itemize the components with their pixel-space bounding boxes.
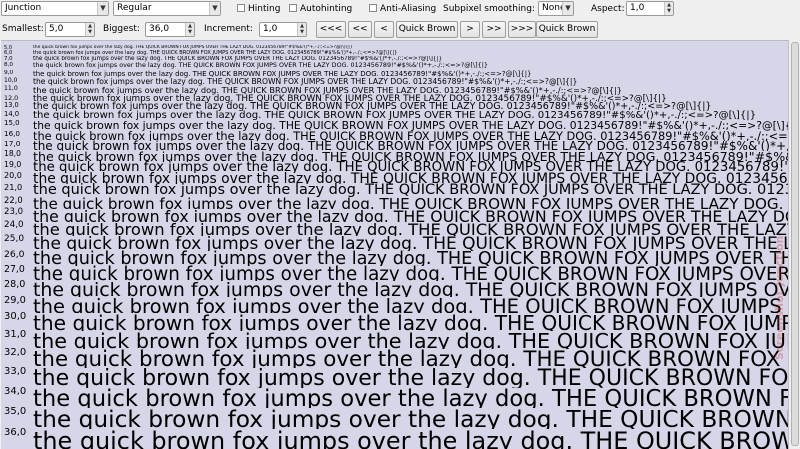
vertical-scrollbar[interactable] — [788, 40, 800, 449]
size-label: 34,0 — [4, 386, 27, 397]
aspect-label: Aspect: — [591, 4, 625, 14]
smallest-value: 5,0 — [49, 24, 64, 34]
spin-arrows[interactable]: ▲ ▼ — [297, 23, 306, 36]
size-label: 26,0 — [4, 248, 25, 260]
chevron-down-icon: ▼ — [562, 2, 573, 15]
increment-value: 1,0 — [263, 24, 278, 34]
subpixel-label: Subpixel smoothing: — [443, 4, 535, 14]
next-page-button[interactable]: > — [460, 21, 480, 38]
size-label: 6,0 — [4, 49, 13, 56]
size-row: 35,0 the quick brown fox jumps over the l… — [1, 406, 788, 429]
hinting-checkbox[interactable]: Hinting — [237, 3, 280, 16]
checkbox-box — [289, 4, 297, 12]
spin-down-icon: ▼ — [188, 29, 192, 35]
size-label: 35,0 — [4, 406, 27, 417]
size-label: 31,0 — [4, 328, 27, 340]
increment-label: Increment: — [204, 24, 253, 34]
antialiasing-label: Anti-Aliasing — [380, 4, 437, 14]
aspect-spinbox[interactable]: 1,0 ▲ ▼ — [626, 1, 674, 16]
font-toolbar: Junction ▼ Regular ▼ Hinting Autohinting… — [0, 0, 800, 19]
size-label: 20,0 — [4, 171, 22, 180]
chevron-down-icon: ▼ — [97, 2, 108, 15]
spin-down-icon: ▼ — [300, 29, 304, 35]
increment-spinbox[interactable]: 1,0 ▲ ▼ — [259, 22, 307, 37]
size-label: 13,0 — [4, 101, 19, 109]
hinting-label: Hinting — [248, 4, 281, 14]
sample-text: the quick brown fox jumps over the lazy … — [33, 328, 788, 350]
prev-page-fast-button[interactable]: << — [348, 21, 372, 38]
size-label: 29,0 — [4, 294, 26, 306]
waterfall-preview: 5,0 the quick brown fox jumps over the la… — [1, 40, 788, 449]
size-toolbar: Smallest: 5,0 ▲ ▼ Biggest: 36,0 ▲ ▼ Increm… — [0, 19, 800, 40]
spin-down-icon: ▼ — [667, 8, 671, 14]
size-label: 25,0 — [4, 233, 25, 244]
sample-text: the quick brown fox jumps over the lazy … — [33, 366, 788, 388]
size-label: 33,0 — [4, 366, 27, 377]
scrollbar-thumb[interactable] — [791, 42, 799, 446]
size-label: 15,0 — [4, 118, 20, 127]
checkbox-box — [237, 4, 245, 12]
size-label: 14,0 — [4, 109, 20, 118]
next-page-fast-button[interactable]: >> — [482, 21, 506, 38]
spin-arrows[interactable]: ▲ ▼ — [85, 23, 94, 36]
smallest-spinbox[interactable]: 5,0 ▲ ▼ — [45, 22, 95, 37]
sample-text: the quick brown fox jumps over the lazy … — [33, 406, 788, 430]
spin-down-icon: ▼ — [88, 29, 92, 35]
quick-brown-button[interactable]: Quick Brown — [396, 21, 458, 38]
spin-arrows[interactable]: ▲ ▼ — [664, 2, 673, 15]
smallest-label: Smallest: — [2, 24, 44, 34]
size-row: 31,0 the quick brown fox jumps over the l… — [1, 329, 788, 350]
font-style-value: Regular — [117, 3, 152, 13]
sample-text: the quick brown fox jumps over the lazy … — [33, 49, 398, 56]
sample-text: the quick brown fox jumps over the lazy … — [33, 347, 788, 368]
sample-text: the quick brown fox jumps over the lazy … — [33, 56, 443, 62]
last-page-button[interactable]: >>> — [508, 21, 536, 38]
size-row: 32,0 the quick brown fox jumps over the l… — [1, 347, 788, 368]
size-label: 24,0 — [4, 219, 24, 230]
font-style-select[interactable]: Regular ▼ — [113, 1, 221, 16]
size-label: 7,0 — [4, 56, 13, 62]
biggest-value: 36,0 — [149, 24, 170, 34]
checkbox-box — [369, 4, 377, 12]
size-label: 9,0 — [4, 69, 14, 76]
quick-brown-text-button[interactable]: Quick Brown — [536, 21, 598, 38]
size-label: 22,0 — [4, 194, 23, 205]
size-label: 23,0 — [4, 207, 24, 218]
sample-text: the quick brown fox jumps over the lazy … — [33, 62, 488, 70]
subpixel-select[interactable]: None ▼ — [538, 1, 574, 16]
size-label: 17,0 — [4, 138, 21, 148]
size-label: 11,0 — [4, 84, 18, 92]
spin-arrows[interactable]: ▲ ▼ — [185, 23, 194, 36]
chevron-down-icon: ▼ — [209, 2, 220, 15]
size-label: 16,0 — [4, 128, 21, 138]
size-label: 28,0 — [4, 278, 26, 290]
aspect-value: 1,0 — [630, 3, 645, 13]
size-label: 18,0 — [4, 148, 21, 158]
size-row: 36,0 the quick brown fox jumps over the l… — [1, 427, 788, 449]
size-label: 32,0 — [4, 347, 27, 359]
size-label: 8,0 — [4, 62, 13, 69]
size-row: 34,0 the quick brown fox jumps over the l… — [1, 386, 788, 408]
size-label: 10,0 — [4, 77, 18, 85]
size-label: 27,0 — [4, 263, 25, 275]
size-label: 21,0 — [4, 182, 23, 193]
sample-text: the quick brown fox jumps over the lazy … — [33, 386, 788, 408]
font-family-select[interactable]: Junction ▼ — [1, 1, 109, 16]
font-family-value: Junction — [5, 3, 42, 13]
sample-text: the quick brown fox jumps over the lazy … — [33, 427, 788, 449]
biggest-label: Biggest: — [103, 24, 140, 34]
first-page-button[interactable]: <<< — [316, 21, 346, 38]
prev-page-button[interactable]: < — [374, 21, 394, 38]
autohinting-label: Autohinting — [300, 4, 353, 14]
size-label: 30,0 — [4, 311, 27, 322]
biggest-spinbox[interactable]: 36,0 ▲ ▼ — [145, 22, 195, 37]
watermark: Screenshot Junction — [773, 235, 786, 360]
autohinting-checkbox[interactable]: Autohinting — [289, 3, 352, 16]
antialiasing-checkbox[interactable]: Anti-Aliasing — [369, 3, 436, 16]
size-label: 19,0 — [4, 159, 22, 169]
size-label: 36,0 — [4, 427, 27, 439]
size-row: 33,0 the quick brown fox jumps over the l… — [1, 366, 788, 388]
